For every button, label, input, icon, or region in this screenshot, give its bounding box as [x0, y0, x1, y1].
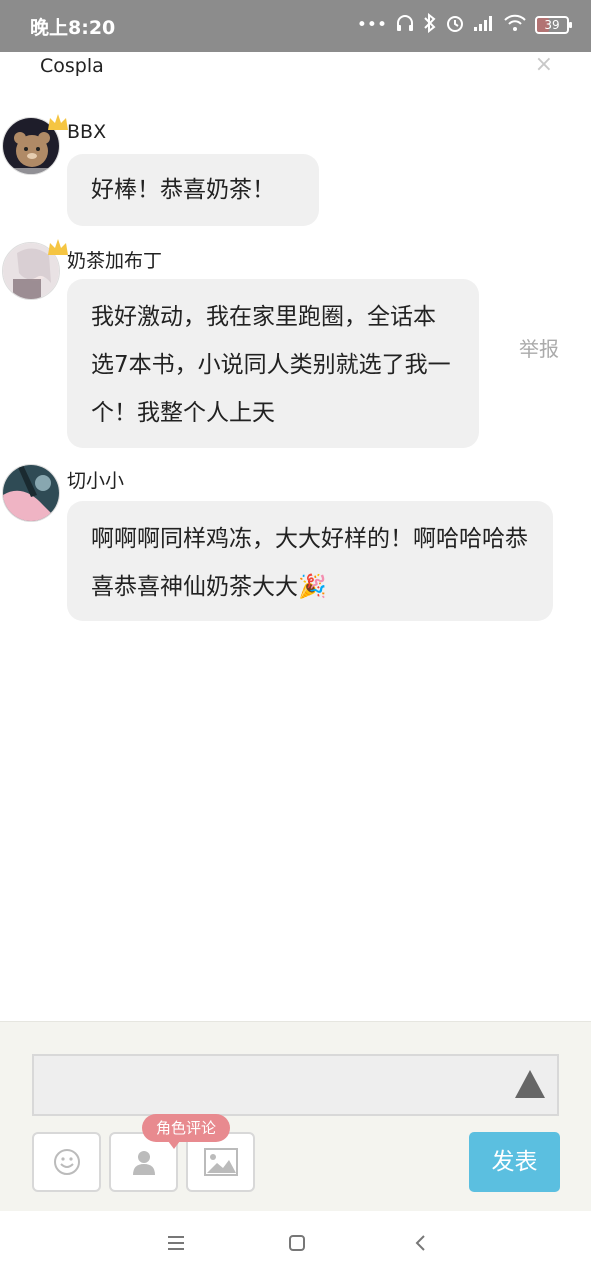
message-bubble: 我好激动，我在家里跑圈，全话本选7本书，小说同人类别就选了我一个！我整个人上天	[67, 279, 479, 448]
battery-icon: 39	[535, 16, 572, 34]
back-icon[interactable]	[409, 1231, 433, 1255]
username[interactable]: 奶茶加布丁	[67, 246, 162, 273]
status-time: 晚上8:20	[30, 17, 116, 39]
username[interactable]: BBX	[67, 121, 106, 143]
role-comment-tooltip: 角色评论	[142, 1114, 231, 1149]
message-bubble: 啊啊啊同样鸡冻，大大好样的！啊哈哈哈恭喜恭喜神仙奶茶大大🎉	[67, 501, 553, 621]
person-icon	[132, 1151, 155, 1175]
comment-input[interactable]	[32, 1054, 559, 1116]
username[interactable]: 切小小	[67, 466, 124, 493]
page-title: Cospla	[40, 55, 104, 77]
home-icon[interactable]	[285, 1231, 309, 1255]
emoji-icon	[53, 1149, 80, 1175]
system-nav-bar	[0, 1211, 591, 1280]
menu-icon[interactable]	[164, 1231, 188, 1255]
headset-icon	[395, 13, 415, 38]
expand-up-icon[interactable]	[515, 1070, 545, 1098]
bluetooth-icon	[423, 12, 437, 38]
report-button[interactable]: 举报	[519, 333, 559, 362]
message-bubble: 好棒！恭喜奶茶！	[67, 154, 319, 226]
more-dots-icon: •••	[356, 15, 387, 35]
battery-level: 39	[544, 18, 560, 32]
alarm-icon	[445, 13, 465, 38]
status-icons: ••• 39	[356, 12, 572, 38]
image-icon	[203, 1148, 238, 1176]
send-button[interactable]: 发表	[469, 1132, 560, 1192]
wifi-icon	[503, 14, 527, 37]
comment-composer: 角色评论 发表	[0, 1021, 591, 1211]
avatar[interactable]	[2, 464, 60, 522]
page-header: Cospla ×	[0, 52, 591, 92]
close-icon[interactable]: ×	[535, 52, 553, 77]
status-bar: 晚上8:20 ••• 39	[0, 0, 591, 52]
emoji-button[interactable]	[32, 1132, 101, 1192]
signal-icon	[473, 14, 495, 37]
